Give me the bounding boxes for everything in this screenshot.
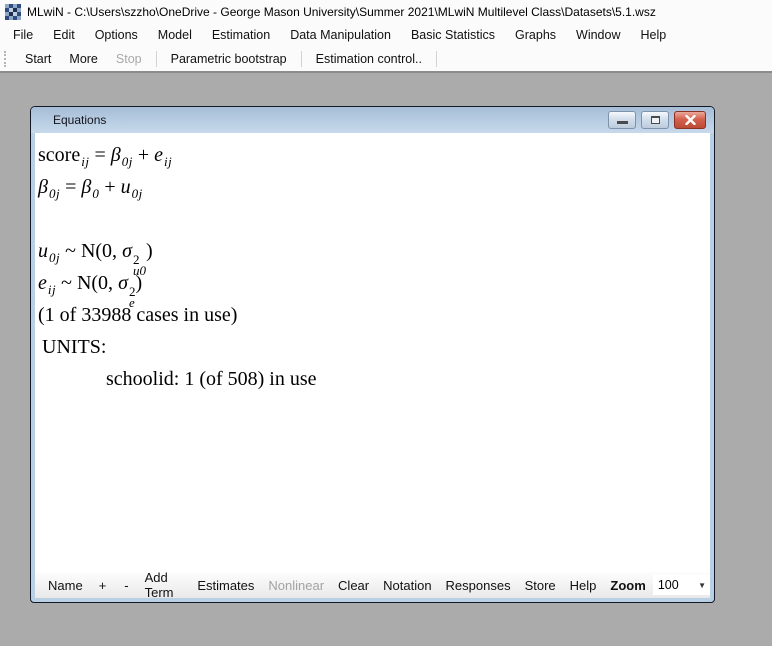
close-icon (685, 115, 696, 125)
tilde-sign: ~ (60, 240, 81, 262)
store-button[interactable]: Store (518, 578, 563, 593)
term[interactable]: β (38, 176, 48, 198)
term-subscript: 0j (49, 250, 60, 265)
term[interactable]: e (38, 272, 47, 294)
add-term-button[interactable]: Add Term (138, 570, 191, 600)
parametric-bootstrap-button[interactable]: Parametric bootstrap (162, 52, 296, 66)
restore-button[interactable] (641, 111, 669, 129)
distribution-text: N(0, (81, 240, 122, 262)
equation-line-u-distribution[interactable]: u0j ~ N(0, σ2u0) (38, 235, 710, 267)
restore-icon (651, 116, 660, 124)
menu-item-model[interactable]: Model (148, 23, 202, 47)
cases-in-use-text: (1 of 33988 cases in use) (38, 299, 710, 331)
nonlinear-button: Nonlinear (261, 578, 331, 593)
toolbar-grip-handle[interactable] (4, 51, 8, 67)
equals-sign: = (89, 144, 110, 166)
toolbar-separator (436, 51, 437, 67)
menu-item-edit[interactable]: Edit (43, 23, 85, 47)
units-label: UNITS: (38, 331, 710, 363)
menu-item-file[interactable]: File (3, 23, 43, 47)
minimize-button[interactable] (608, 111, 636, 129)
closing-paren: ) (146, 240, 153, 262)
menu-item-help[interactable]: Help (631, 23, 677, 47)
term[interactable]: β (81, 176, 91, 198)
add-level-button[interactable]: + (90, 578, 116, 593)
estimation-control-button[interactable]: Estimation control.. (307, 52, 431, 66)
start-button[interactable]: Start (16, 52, 60, 66)
minimize-icon (617, 121, 628, 124)
menu-item-graphs[interactable]: Graphs (505, 23, 566, 47)
term[interactable]: u (38, 240, 48, 262)
term[interactable]: β (111, 144, 121, 166)
menu-item-basic-statistics[interactable]: Basic Statistics (401, 23, 505, 47)
units-schoolid-text: schoolid: 1 (of 508) in use (38, 363, 710, 395)
equations-titlebar[interactable]: Equations (31, 107, 714, 133)
toolbar-separator (301, 51, 302, 67)
app-icon (5, 4, 21, 20)
term-subscript: 0j (122, 154, 133, 169)
distribution-text: N(0, (77, 272, 118, 294)
zoom-label: Zoom (603, 578, 652, 593)
equations-body: scoreij = β0j + eij β0j = β0 + u0j u0j ~… (35, 133, 710, 572)
equations-window: Equations scoreij = β0j + eij β0j = β0 +… (30, 106, 715, 603)
sigma-symbol[interactable]: σ (118, 272, 128, 294)
menu-item-estimation[interactable]: Estimation (202, 23, 280, 47)
term-subscript: ij (48, 282, 56, 297)
term-subscript: ij (164, 154, 172, 169)
mdi-client-area: Equations scoreij = β0j + eij β0j = β0 +… (0, 73, 772, 646)
window-controls (608, 111, 706, 129)
estimates-button[interactable]: Estimates (190, 578, 261, 593)
plus-sign: + (133, 144, 154, 166)
equation-line-intercept[interactable]: β0j = β0 + u0j (38, 171, 710, 203)
equations-window-title: Equations (53, 113, 106, 127)
term[interactable]: score (38, 144, 80, 166)
equations-frame: scoreij = β0j + eij β0j = β0 + u0j u0j ~… (31, 133, 714, 602)
responses-button[interactable]: Responses (439, 578, 518, 593)
chevron-down-icon: ▼ (698, 581, 706, 590)
close-button[interactable] (674, 111, 706, 129)
zoom-select[interactable]: 100 ▼ (653, 575, 710, 595)
app-toolbar: Start More Stop Parametric bootstrap Est… (0, 47, 772, 71)
menu-item-data-manipulation[interactable]: Data Manipulation (280, 23, 401, 47)
tilde-sign: ~ (56, 272, 77, 294)
stop-button: Stop (107, 52, 151, 66)
equals-sign: = (60, 176, 81, 198)
zoom-value: 100 (658, 578, 679, 592)
app-titlebar: MLwiN - C:\Users\szzho\OneDrive - George… (0, 0, 772, 23)
menu-item-options[interactable]: Options (85, 23, 148, 47)
term-subscript: 0j (49, 186, 60, 201)
closing-paren: ) (135, 272, 142, 294)
app-title: MLwiN - C:\Users\szzho\OneDrive - George… (27, 5, 656, 19)
clear-button[interactable]: Clear (331, 578, 376, 593)
plus-sign: + (99, 176, 120, 198)
term-subscript: 0j (132, 186, 143, 201)
equations-toolbar: Name + - Add Term Estimates Nonlinear Cl… (35, 572, 710, 598)
notation-button[interactable]: Notation (376, 578, 438, 593)
menu-item-window[interactable]: Window (566, 23, 630, 47)
term[interactable]: e (154, 144, 163, 166)
term[interactable]: u (121, 176, 131, 198)
equation-line-e-distribution[interactable]: eij ~ N(0, σ2e) (38, 267, 710, 299)
more-button[interactable]: More (60, 52, 106, 66)
sigma-symbol[interactable]: σ (122, 240, 132, 262)
toolbar-separator (156, 51, 157, 67)
remove-level-button[interactable]: - (115, 578, 137, 593)
help-button[interactable]: Help (563, 578, 604, 593)
menubar: File Edit Options Model Estimation Data … (0, 23, 772, 47)
name-button[interactable]: Name (41, 578, 90, 593)
equation-line-response[interactable]: scoreij = β0j + eij (38, 139, 710, 171)
equation-line-blank (38, 203, 710, 235)
